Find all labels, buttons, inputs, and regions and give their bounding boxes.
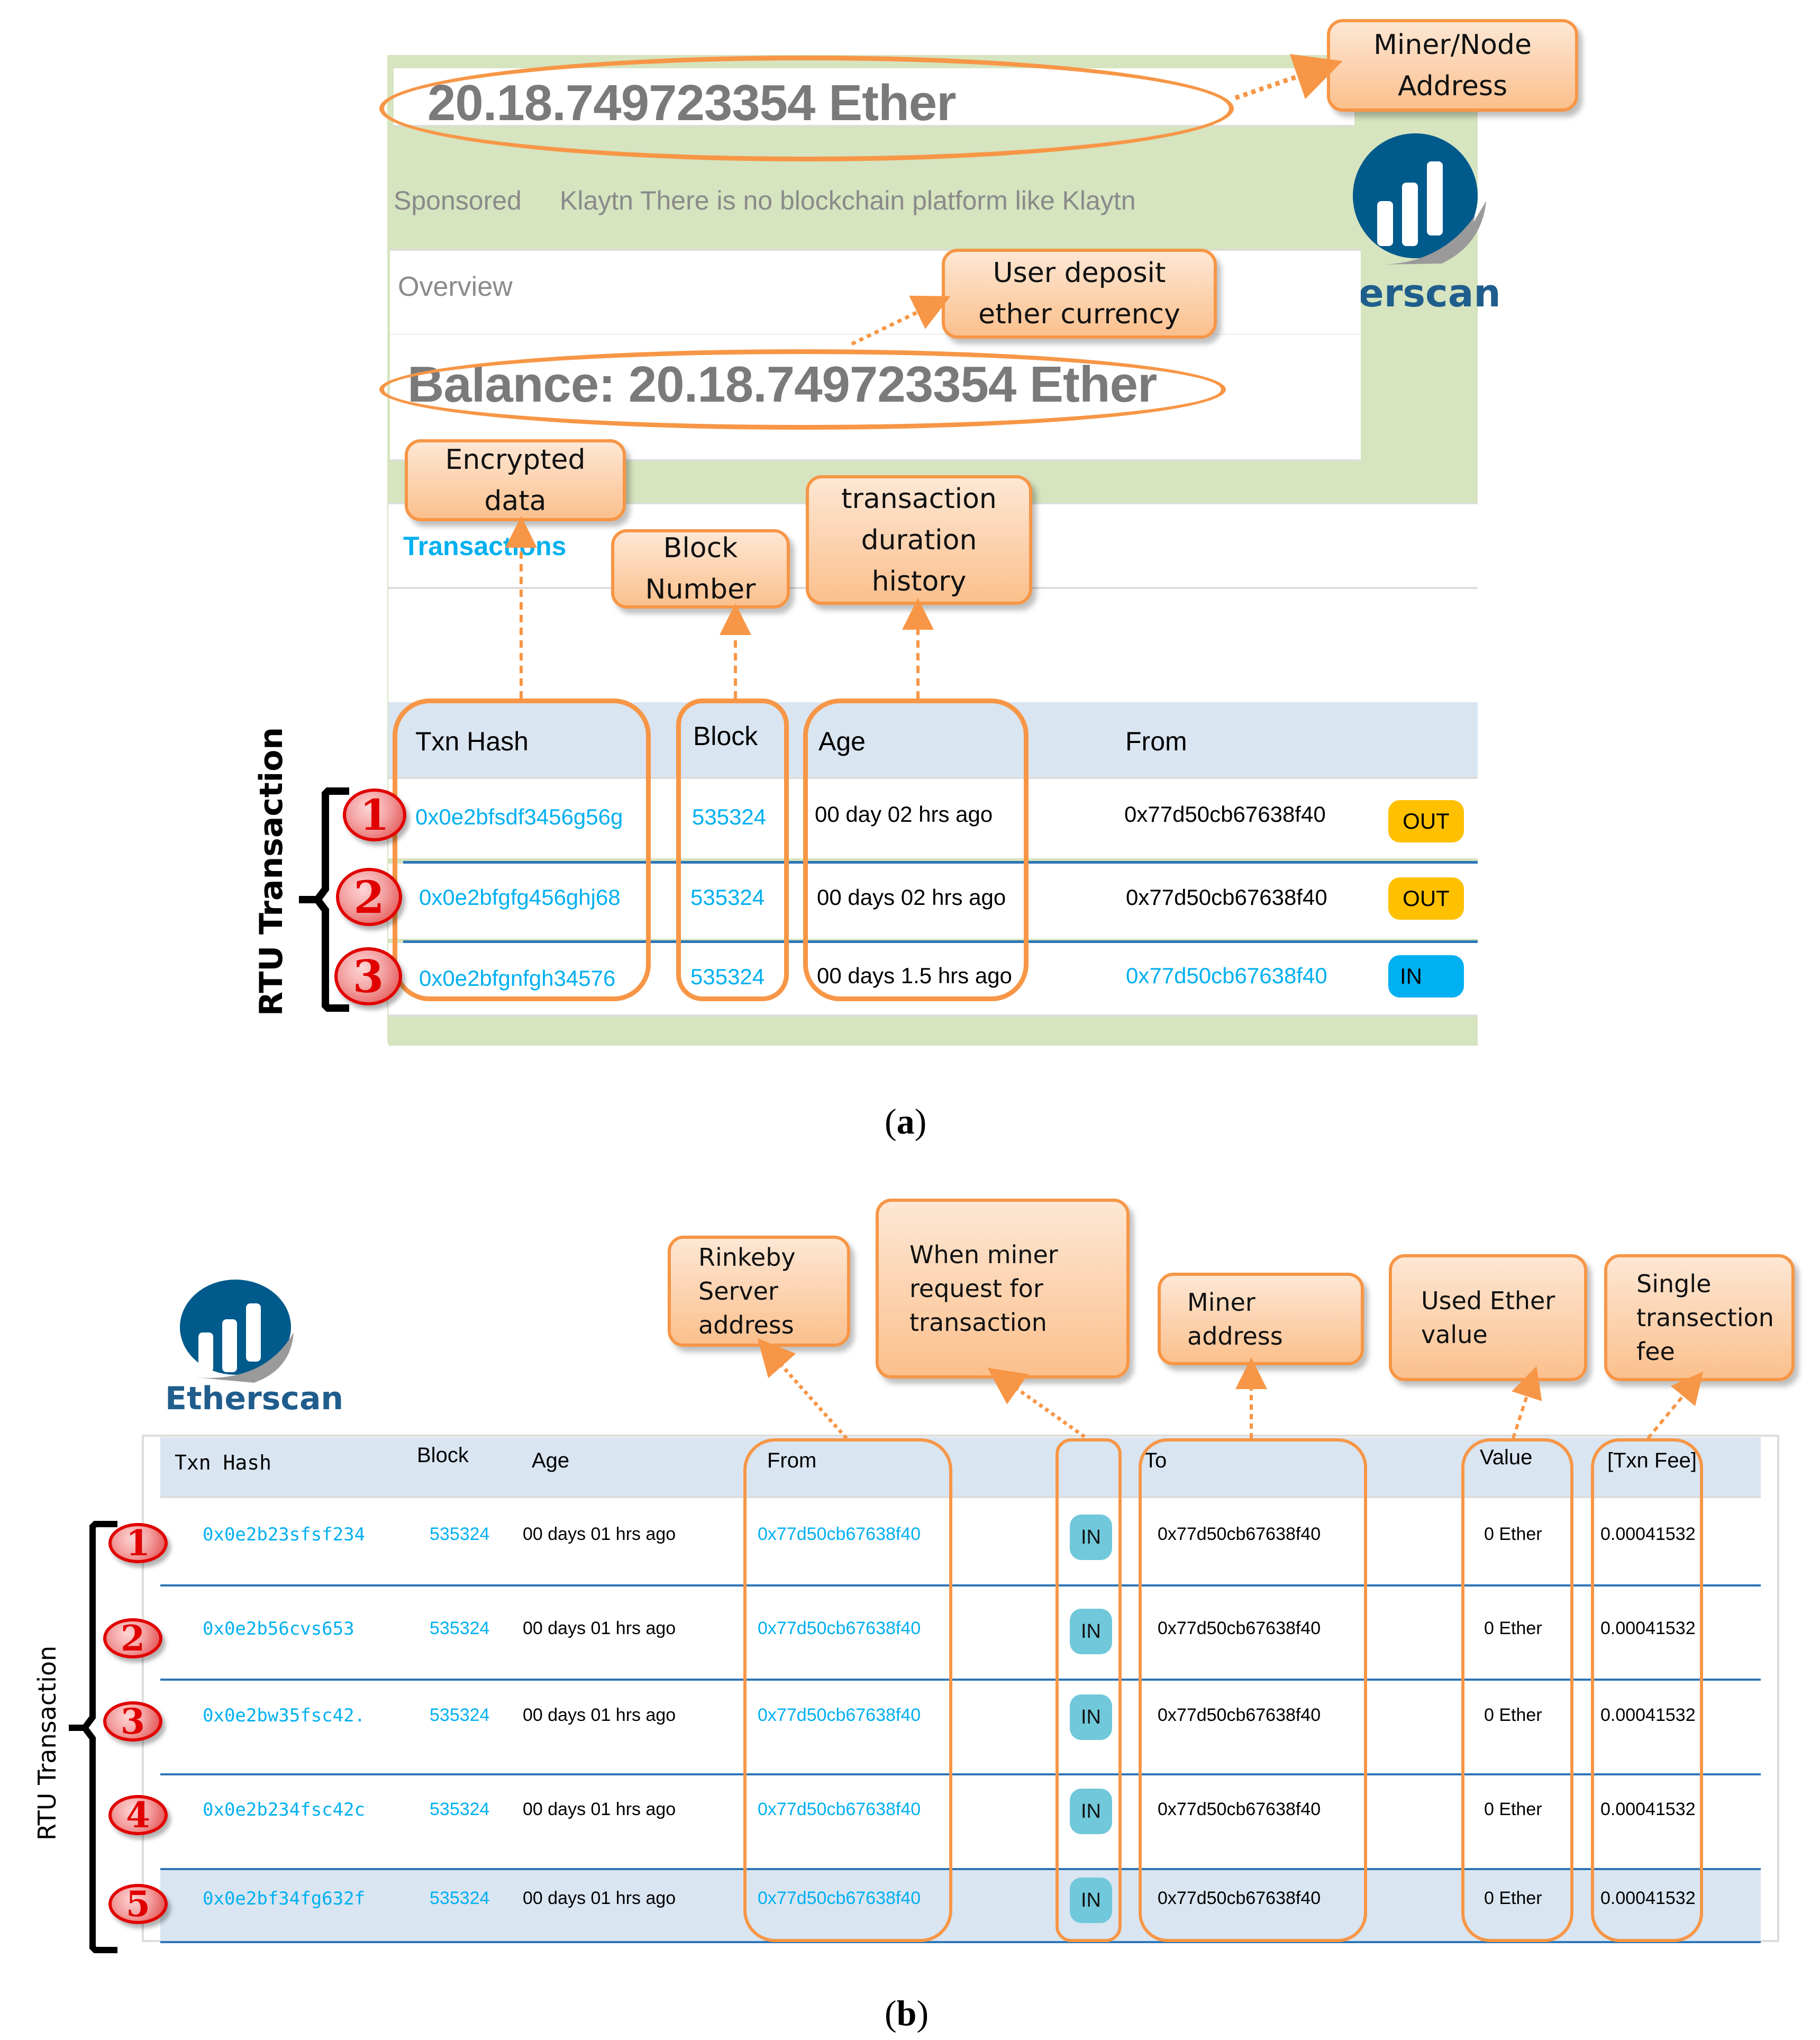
callout-arrows-b [69, 1338, 1704, 1953]
row-number-badge: 3 [334, 947, 402, 1005]
row-number-badge: 1 [343, 788, 406, 841]
arrow-to-rinkeby [757, 1338, 848, 1440]
rtu-transaction-label: RTU Transaction [33, 1645, 61, 1840]
arrow-to-used-ether [1512, 1366, 1542, 1439]
caption-b: (b) [885, 1993, 929, 2033]
arrow-to-user-deposit [851, 295, 951, 346]
brace-b [69, 1521, 117, 1953]
arrow-to-single-fee [1646, 1371, 1704, 1439]
caption-b-letter: b [896, 1993, 917, 2033]
caption-a-letter: a [896, 1101, 915, 1141]
arrow-to-miner-request [987, 1367, 1086, 1438]
arrow-to-miner-node [1234, 54, 1343, 101]
caption-a: (a) [885, 1101, 927, 1141]
rtu-transaction-label: RTU Transaction [253, 727, 290, 1016]
row-number-badge: 2 [336, 868, 402, 926]
